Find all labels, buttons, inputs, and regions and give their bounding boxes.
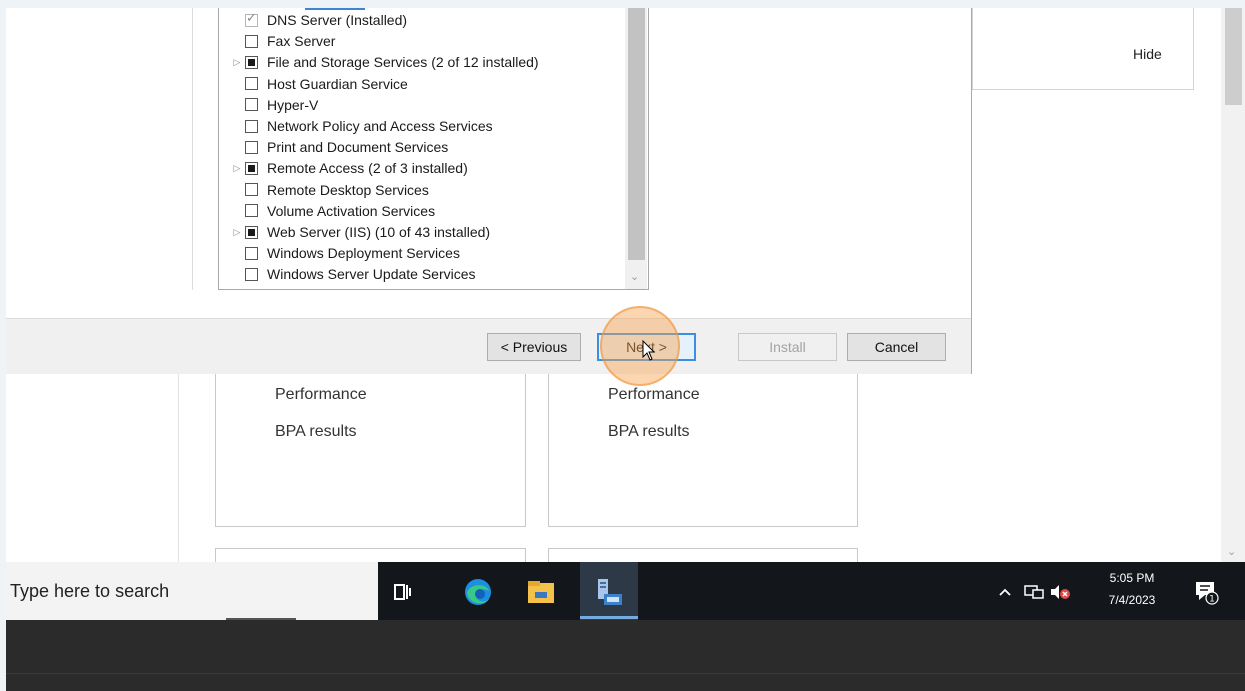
role-checkbox[interactable] [245, 225, 258, 239]
dashboard-tile-4[interactable] [548, 548, 858, 562]
add-roles-wizard-dialog: DNS Server (Installed) Fax Server ▷ File an… [6, 8, 972, 374]
role-item[interactable]: Volume Activation Services [229, 201, 435, 221]
welcome-panel: Hide [972, 8, 1194, 90]
role-checkbox[interactable] [245, 161, 258, 175]
tile-performance-link[interactable]: Performance [608, 386, 700, 404]
role-label: Print and Document Services [267, 139, 449, 156]
role-checkbox[interactable] [245, 11, 258, 27]
bottom-divider [6, 673, 1245, 674]
role-checkbox[interactable] [245, 34, 258, 48]
notifications-icon[interactable]: 1 [1186, 572, 1226, 612]
expand-arrow-icon[interactable]: ▷ [229, 163, 245, 174]
role-checkbox[interactable] [245, 119, 258, 133]
volume-muted-icon[interactable] [1048, 572, 1072, 612]
install-button[interactable]: Install [738, 333, 837, 361]
search-placeholder: Type here to search [10, 580, 170, 601]
role-label: Windows Server Update Services [267, 266, 476, 283]
server-manager-icon[interactable] [589, 572, 629, 612]
role-label: Windows Deployment Services [267, 245, 460, 262]
role-label: Volume Activation Services [267, 202, 436, 219]
taskbar-search-box[interactable]: Type here to search [6, 562, 378, 620]
task-view-icon[interactable] [383, 572, 423, 612]
scroll-down-arrow-icon[interactable]: ⌄ [1227, 545, 1236, 558]
role-item[interactable]: ▷ Remote Access (2 of 3 installed) [229, 158, 468, 178]
role-item[interactable]: Remote Desktop Services [229, 180, 429, 200]
role-checkbox[interactable] [245, 204, 258, 218]
role-item[interactable]: Fax Server [229, 31, 335, 51]
show-hidden-icons-chevron-icon[interactable] [994, 572, 1016, 612]
role-label: Network Policy and Access Services [267, 118, 493, 134]
wizard-nav-divider [192, 8, 193, 290]
mouse-pointer-icon [642, 340, 656, 361]
tile-bpa-results-link[interactable]: BPA results [275, 423, 357, 441]
file-explorer-icon[interactable] [521, 572, 561, 612]
wizard-button-bar: < Previous Next > Install Cancel [6, 318, 971, 374]
expand-arrow-icon[interactable]: ▷ [229, 227, 245, 238]
role-item[interactable]: Hyper-V [229, 95, 318, 115]
tile-performance-link[interactable]: Performance [275, 386, 367, 404]
dashboard-scrollbar[interactable]: ⌄ [1221, 8, 1245, 562]
role-label: File and Storage Services (2 of 12 insta… [267, 54, 539, 71]
role-label: Remote Access (2 of 3 installed) [267, 160, 468, 177]
click-highlight-indicator [600, 306, 680, 386]
role-label: Fax Server [267, 33, 336, 50]
role-item[interactable]: Windows Deployment Services [229, 243, 460, 263]
dashboard-tile-3[interactable] [215, 548, 526, 562]
role-checkbox[interactable] [245, 98, 258, 112]
notification-count: 1 [1209, 595, 1215, 605]
role-checkbox[interactable] [245, 55, 258, 69]
clock-date[interactable]: 7/4/2023 [1100, 593, 1164, 607]
roles-list-scrollbar[interactable]: ⌄ [625, 8, 647, 289]
role-item[interactable]: DNS Server (Installed) [229, 10, 407, 30]
roles-list[interactable]: DNS Server (Installed) Fax Server ▷ File an… [218, 8, 649, 290]
role-item[interactable]: Host Guardian Service [229, 74, 408, 94]
clock-time[interactable]: 5:05 PM [1102, 571, 1162, 585]
cancel-button[interactable]: Cancel [847, 333, 946, 361]
bottom-dark-area [6, 620, 1245, 691]
role-item[interactable]: Print and Document Services [229, 137, 448, 157]
role-label: DNS Server (Installed) [267, 12, 408, 28]
expand-arrow-icon[interactable]: ▷ [229, 57, 245, 68]
role-label: Host Guardian Service [267, 75, 408, 92]
role-item[interactable]: Network Policy and Access Services [229, 116, 493, 136]
dashboard-tile-1[interactable]: Performance BPA results [215, 372, 526, 527]
network-icon[interactable] [1022, 572, 1046, 612]
active-app-indicator [580, 616, 638, 619]
roles-scroll-down-icon[interactable]: ⌄ [630, 270, 639, 283]
role-label: Web Server (IIS) (10 of 43 installed) [267, 224, 491, 240]
edge-browser-icon[interactable] [458, 572, 498, 612]
role-checkbox[interactable] [245, 246, 258, 260]
role-checkbox[interactable] [245, 77, 258, 91]
previous-button[interactable]: < Previous [487, 333, 581, 361]
role-checkbox[interactable] [245, 140, 258, 154]
role-label: Remote Desktop Services [267, 181, 429, 198]
taskbar: Type here to search 5:05 PM 7/4/2023 1 [6, 562, 1245, 620]
tile-bpa-results-link[interactable]: BPA results [608, 423, 690, 441]
role-checkbox[interactable] [245, 267, 258, 281]
role-checkbox[interactable] [245, 183, 258, 197]
role-item[interactable]: ▷ Web Server (IIS) (10 of 43 installed) [229, 222, 491, 242]
role-item[interactable]: Windows Server Update Services [229, 264, 476, 284]
hide-link[interactable]: Hide [1133, 46, 1162, 62]
dashboard-tile-2[interactable]: Performance BPA results [548, 372, 858, 527]
roles-scrollbar-thumb[interactable] [628, 8, 645, 260]
role-item[interactable]: ▷ File and Storage Services (2 of 12 inst… [229, 52, 539, 72]
scrollbar-thumb[interactable] [1225, 8, 1242, 105]
role-label: Hyper-V [267, 96, 319, 113]
